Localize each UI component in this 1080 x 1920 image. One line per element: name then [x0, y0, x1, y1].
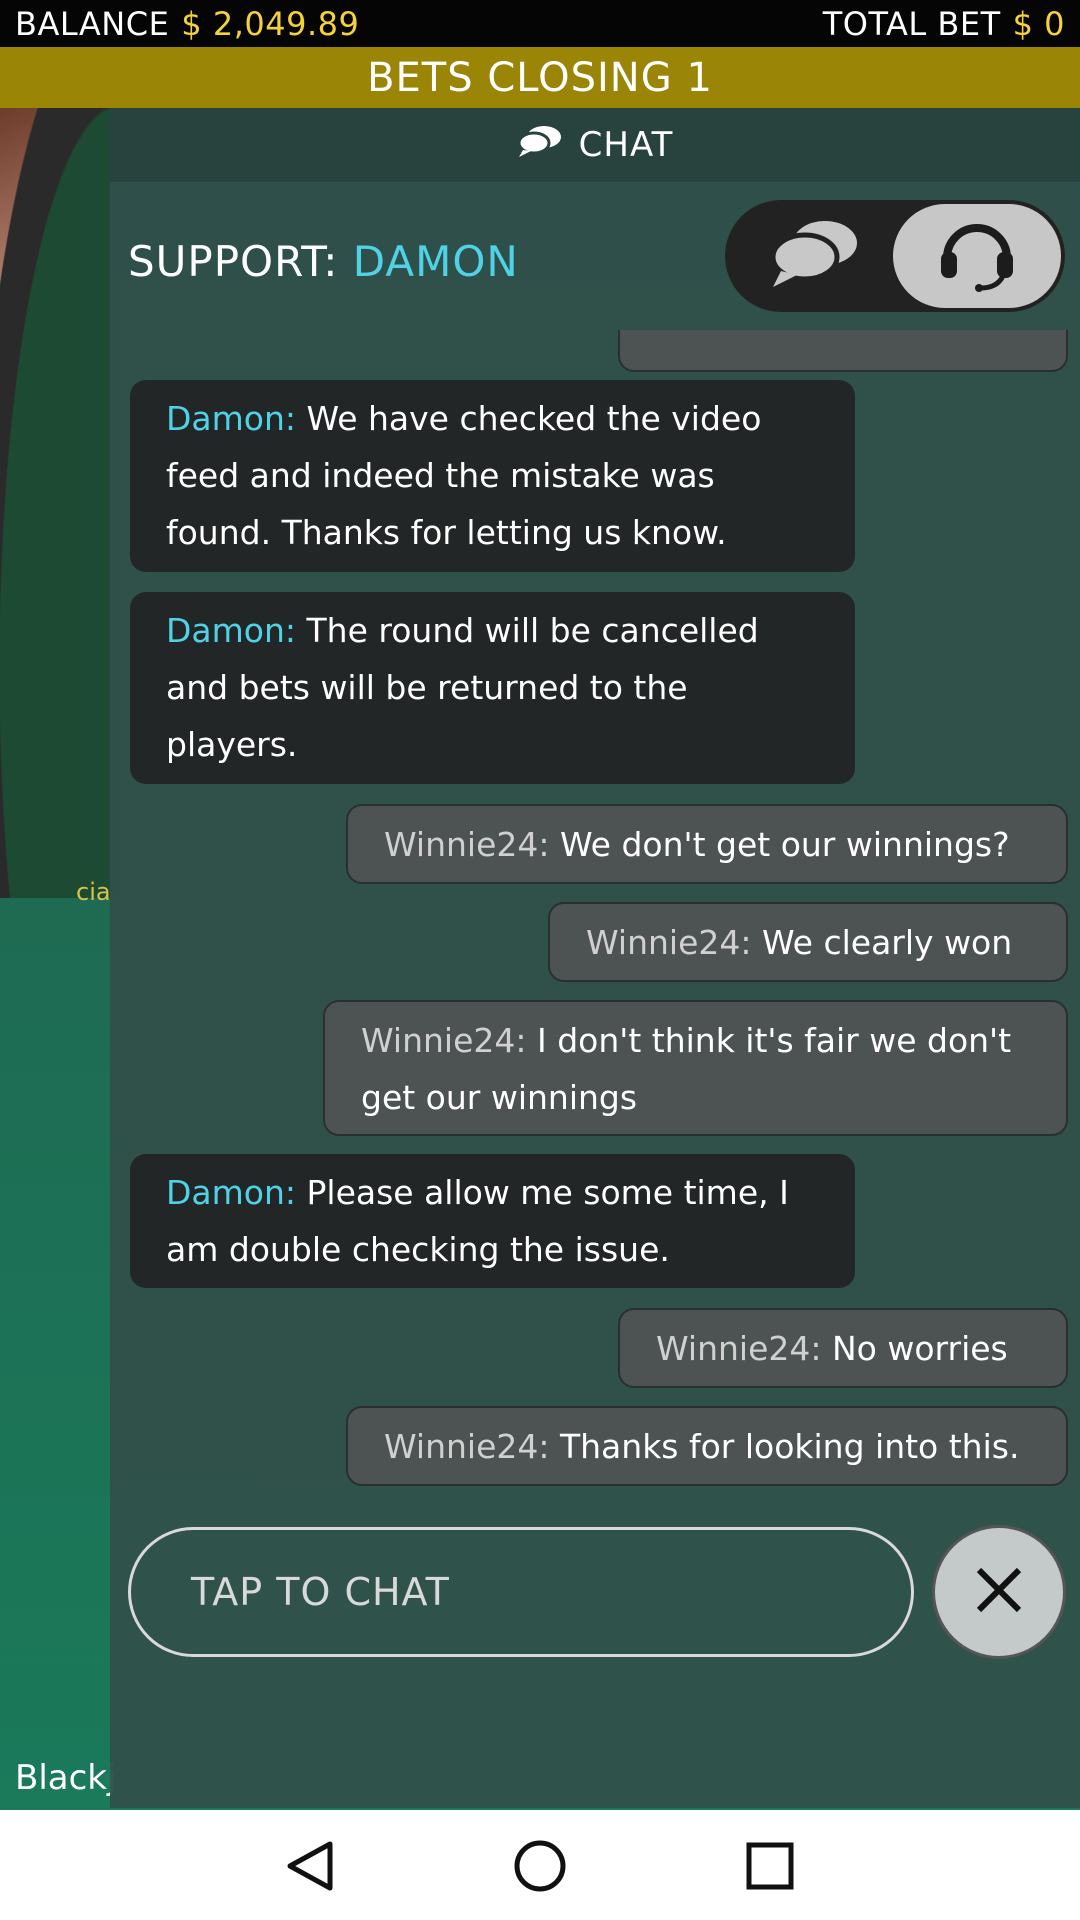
message-author: Damon: [166, 1173, 307, 1212]
message-list[interactable]: Damon: We have checked the video feed an… [110, 330, 1080, 1610]
chat-header: CHAT [110, 108, 1080, 182]
game-side-text: cia [76, 878, 111, 906]
chat-input[interactable]: TAP TO CHAT [128, 1527, 914, 1657]
message-author: Winnie24: [586, 923, 762, 962]
support-label: SUPPORT: DAMON [128, 237, 519, 286]
message-bubble-clipped [618, 330, 1068, 372]
recents-square-icon [742, 1842, 798, 1898]
chat-bubbles-icon [767, 217, 863, 295]
message-bubble: Winnie24: No worries [618, 1308, 1068, 1388]
chat-mode-toggle[interactable] [725, 200, 1065, 312]
message-text: Thanks for looking into this. [559, 1427, 1020, 1466]
app-root: BALANCE $ 2,049.89 TOTAL BET $ 0 BETS CL… [0, 0, 1080, 1920]
support-chat-option[interactable] [893, 204, 1061, 308]
message-bubble: Damon: The round will be cancelled and b… [130, 592, 855, 784]
total-bet-value: $ 0 [1012, 4, 1065, 43]
message-author: Winnie24: [384, 1427, 560, 1466]
top-status-bar: BALANCE $ 2,049.89 TOTAL BET $ 0 [0, 0, 1080, 47]
message-text: We clearly won [761, 923, 1013, 962]
message-author: Damon: [166, 399, 307, 438]
message-bubble: Winnie24: Thanks for looking into this. [346, 1406, 1068, 1486]
total-bet-group: TOTAL BET $ 0 [823, 5, 1065, 43]
close-icon [973, 1564, 1025, 1620]
balance-label: BALANCE [15, 4, 170, 43]
headset-icon [937, 216, 1017, 296]
chat-title: CHAT [578, 125, 674, 165]
message-author: Winnie24: [361, 1021, 537, 1060]
balance-value: $ 2,049.89 [181, 4, 360, 43]
bets-closing-banner: BETS CLOSING 1 [0, 47, 1080, 108]
message-bubble: Winnie24: We clearly won [548, 902, 1068, 982]
total-bet-label: TOTAL BET [822, 4, 1001, 43]
public-chat-option[interactable] [745, 212, 885, 300]
table-name: Blackj [15, 1758, 117, 1798]
message-bubble: Damon: Please allow me some time, I am d… [130, 1154, 855, 1288]
nav-recents-button[interactable] [742, 1838, 798, 1894]
message-bubble: Winnie24: We don't get our winnings? [346, 804, 1068, 884]
chat-bubbles-icon [517, 124, 563, 167]
message-text: No worries [831, 1329, 1008, 1368]
message-author: Damon: [166, 611, 307, 650]
message-author: Winnie24: [656, 1329, 832, 1368]
support-prefix: SUPPORT: [128, 237, 339, 286]
nav-home-button[interactable] [512, 1838, 568, 1894]
chat-input-placeholder: TAP TO CHAT [191, 1570, 450, 1614]
close-chat-button[interactable] [932, 1525, 1066, 1659]
chat-panel: CHAT SUPPORT: DAMON Damon: We have check… [110, 108, 1080, 1808]
system-nav-bar [0, 1810, 1080, 1920]
back-triangle-icon [282, 1841, 338, 1898]
message-bubble: Damon: We have checked the video feed an… [130, 380, 855, 572]
dealer-video-feed [0, 108, 120, 898]
balance-group: BALANCE $ 2,049.89 [15, 5, 359, 43]
message-bubble: Winnie24: I don't think it's fair we don… [323, 1000, 1068, 1136]
message-author: Winnie24: [384, 825, 560, 864]
home-circle-icon [512, 1840, 568, 1898]
support-agent-name: DAMON [352, 237, 519, 286]
nav-back-button[interactable] [282, 1838, 338, 1894]
message-text: We don't get our winnings? [559, 825, 1010, 864]
